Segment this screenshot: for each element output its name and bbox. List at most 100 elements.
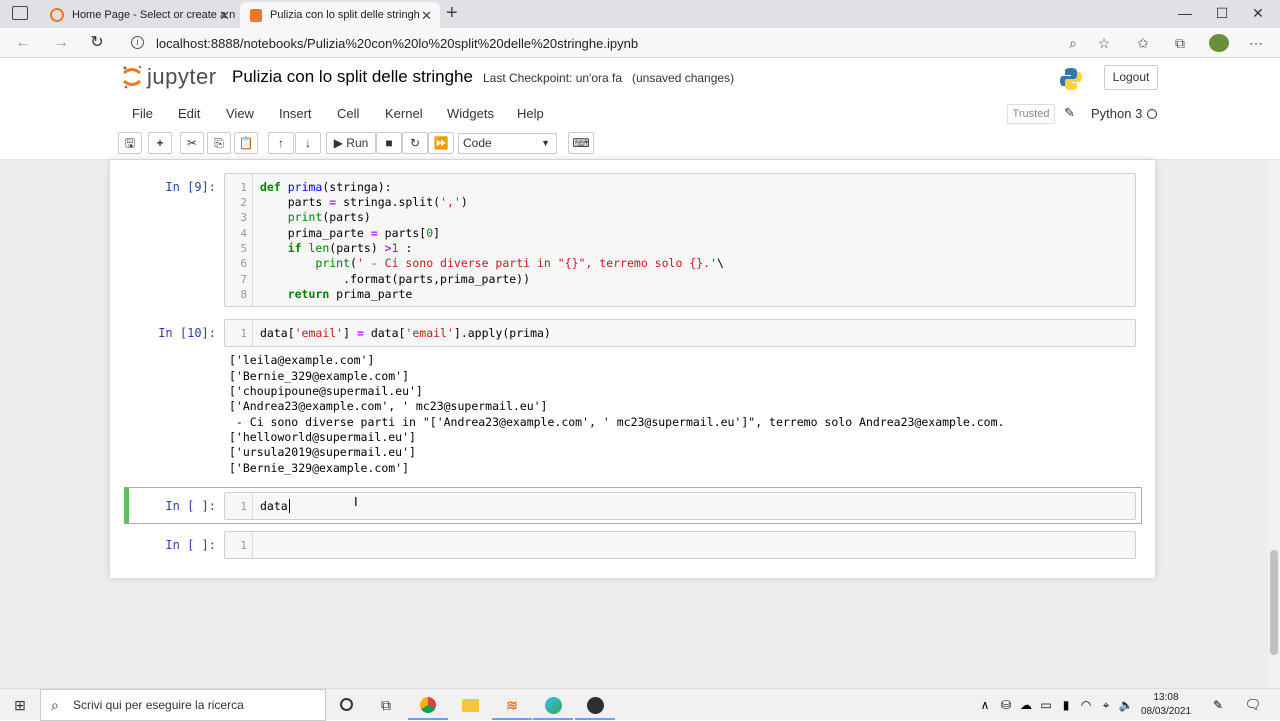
close-tab-icon[interactable]: ✕ bbox=[219, 8, 230, 24]
paste-icon[interactable]: 📋 bbox=[234, 132, 258, 154]
edge-icon[interactable] bbox=[543, 695, 563, 715]
move-up-icon[interactable]: ↑ bbox=[268, 132, 294, 154]
run-button[interactable]: ▶ Run bbox=[326, 132, 376, 154]
edit-pencil-icon[interactable]: ✎ bbox=[1064, 105, 1075, 121]
favorites-icon[interactable]: ✩ bbox=[1133, 34, 1153, 52]
line-number: 1 bbox=[240, 327, 247, 340]
cell-prompt: In [9]: bbox=[165, 180, 216, 194]
more-menu-icon[interactable]: ⋯ bbox=[1246, 34, 1266, 52]
zoom-icon[interactable]: ⌕ bbox=[1063, 34, 1083, 52]
menu-file[interactable]: File bbox=[132, 106, 153, 121]
add-favorite-icon[interactable]: ☆ bbox=[1094, 34, 1114, 52]
location-icon[interactable]: ⌖ bbox=[1096, 695, 1116, 715]
scrollbar-thumb[interactable] bbox=[1270, 550, 1278, 655]
code-cell-input[interactable]: 1 data bbox=[224, 492, 1136, 520]
cut-icon[interactable]: ✂ bbox=[180, 132, 204, 154]
output-line: ['helloworld@supermail.eu'] bbox=[229, 430, 416, 444]
tab-notebook[interactable]: Pulizia con lo split delle stringhe ✕ bbox=[240, 2, 440, 28]
menu-insert[interactable]: Insert bbox=[279, 106, 312, 121]
taskbar-search[interactable]: ⌕ Scrivi qui per eseguire la ricerca bbox=[40, 689, 326, 721]
line-number: 2 bbox=[240, 196, 247, 209]
maximize-icon[interactable]: ☐ bbox=[1207, 3, 1237, 23]
jupyter-taskbar-icon[interactable]: ≋ bbox=[502, 695, 522, 715]
notebook-toolbar: 🖫 + ✂ ⎘ 📋 ↑ ↓ ▶ Run ■ ↻ ⏩ Code ▼ ⌨ bbox=[118, 132, 1168, 158]
wifi-icon[interactable]: ◠ bbox=[1076, 695, 1096, 715]
notebook-container: In [9]: 1 2 3 4 5 6 7 8 def prima(string… bbox=[110, 160, 1155, 578]
network-status-icon[interactable]: ⛁ bbox=[996, 695, 1016, 715]
tab-home-page[interactable]: Home Page - Select or create a n ✕ bbox=[40, 2, 238, 28]
obs-icon[interactable] bbox=[585, 695, 605, 715]
code-line: data['email'] = data['email'].apply(prim… bbox=[260, 326, 551, 340]
copy-icon[interactable]: ⎘ bbox=[207, 132, 231, 154]
cortana-icon[interactable] bbox=[336, 695, 356, 715]
file-explorer-icon[interactable] bbox=[460, 695, 480, 715]
code-cell-input[interactable]: 1 data['email'] = data['email'].apply(pr… bbox=[224, 319, 1136, 347]
line-number: 4 bbox=[240, 227, 247, 240]
chevron-down-icon: ▼ bbox=[541, 138, 550, 148]
menu-kernel[interactable]: Kernel bbox=[385, 106, 423, 121]
notebook-title[interactable]: Pulizia con lo split delle stringhe bbox=[232, 67, 473, 87]
close-window-icon[interactable]: ✕ bbox=[1243, 3, 1273, 23]
new-tab-button[interactable]: + bbox=[446, 2, 458, 25]
move-down-icon[interactable]: ↓ bbox=[295, 132, 321, 154]
menu-cell[interactable]: Cell bbox=[337, 106, 359, 121]
url-field[interactable]: localhost:8888/notebooks/Pulizia%20con%2… bbox=[156, 36, 638, 51]
chrome-icon[interactable] bbox=[418, 695, 438, 715]
menu-view[interactable]: View bbox=[226, 106, 254, 121]
logout-button[interactable]: Logout bbox=[1104, 65, 1158, 90]
python-logo-icon bbox=[1060, 68, 1082, 90]
code-line: prima_parte = parts[0] bbox=[260, 226, 441, 240]
cell-prompt: In [ ]: bbox=[165, 538, 216, 552]
onedrive-icon[interactable]: ☁ bbox=[1016, 695, 1036, 715]
checkpoint-status: Last Checkpoint: un'ora fa bbox=[483, 71, 623, 85]
mouse-ibeam-cursor-icon: I bbox=[354, 494, 358, 509]
tab-actions-icon[interactable] bbox=[12, 6, 28, 20]
search-placeholder: Scrivi qui per eseguire la ricerca bbox=[73, 698, 244, 712]
battery-icon[interactable]: ▮ bbox=[1056, 695, 1076, 715]
cell-type-value: Code bbox=[463, 136, 492, 150]
back-icon[interactable]: ← bbox=[12, 33, 34, 53]
volume-icon[interactable]: 🔈 bbox=[1116, 695, 1136, 715]
menu-widgets[interactable]: Widgets bbox=[447, 106, 494, 121]
insert-cell-icon[interactable]: + bbox=[148, 132, 172, 154]
reload-icon[interactable]: ↻ bbox=[86, 33, 108, 53]
run-label: Run bbox=[346, 136, 369, 150]
taskbar-clock[interactable]: 13:08 08/03/2021 bbox=[1138, 691, 1194, 719]
code-line: parts = stringa.split(',') bbox=[260, 195, 468, 209]
command-palette-icon[interactable]: ⌨ bbox=[568, 132, 594, 154]
profile-avatar[interactable] bbox=[1209, 34, 1229, 52]
page-scrollbar[interactable] bbox=[1268, 160, 1280, 688]
cell-type-select[interactable]: Code ▼ bbox=[458, 133, 557, 154]
minimize-icon[interactable]: — bbox=[1170, 3, 1200, 23]
notifications-icon[interactable]: 🗨 bbox=[1243, 695, 1263, 715]
save-icon[interactable]: 🖫 bbox=[118, 132, 142, 154]
trusted-badge[interactable]: Trusted bbox=[1007, 104, 1055, 124]
code-line: print(' - Ci sono diverse parti in "{}",… bbox=[315, 256, 724, 270]
restart-run-all-icon[interactable]: ⏩ bbox=[428, 132, 454, 154]
output-line: ['Bernie_329@example.com'] bbox=[229, 461, 410, 475]
restart-icon[interactable]: ↻ bbox=[402, 132, 428, 154]
kernel-idle-indicator-icon bbox=[1147, 109, 1157, 119]
menu-edit[interactable]: Edit bbox=[178, 106, 200, 121]
code-cell-input[interactable]: 1 2 3 4 5 6 7 8 def prima(stringa): part… bbox=[224, 173, 1136, 307]
kernel-name[interactable]: Python 3 bbox=[1091, 106, 1142, 121]
show-hidden-icons-icon[interactable]: ∧ bbox=[975, 695, 995, 715]
windows-start-icon[interactable]: ⊞ bbox=[10, 695, 30, 715]
close-tab-icon[interactable]: ✕ bbox=[421, 8, 432, 24]
display-icon[interactable]: ▭ bbox=[1036, 695, 1056, 715]
interrupt-icon[interactable]: ■ bbox=[376, 132, 402, 154]
collections-icon[interactable]: ⧉ bbox=[1170, 34, 1190, 52]
task-view-icon[interactable]: ⧉ bbox=[376, 695, 396, 715]
pen-workspace-icon[interactable]: ✎ bbox=[1208, 695, 1228, 715]
info-icon[interactable]: i bbox=[131, 36, 144, 49]
tab-title: Home Page - Select or create a n bbox=[72, 9, 236, 21]
notebook-favicon-icon bbox=[250, 8, 262, 22]
line-number: 1 bbox=[240, 181, 247, 194]
windows-taskbar: ⊞ ⌕ Scrivi qui per eseguire la ricerca ⧉… bbox=[0, 688, 1280, 721]
line-number: 5 bbox=[240, 242, 247, 255]
code-cell-input[interactable]: 1 bbox=[224, 531, 1136, 559]
unsaved-status: (unsaved changes) bbox=[632, 71, 735, 85]
menu-help[interactable]: Help bbox=[517, 106, 544, 121]
forward-icon[interactable]: → bbox=[50, 33, 72, 53]
jupyter-logo[interactable]: jupyter bbox=[121, 64, 217, 90]
